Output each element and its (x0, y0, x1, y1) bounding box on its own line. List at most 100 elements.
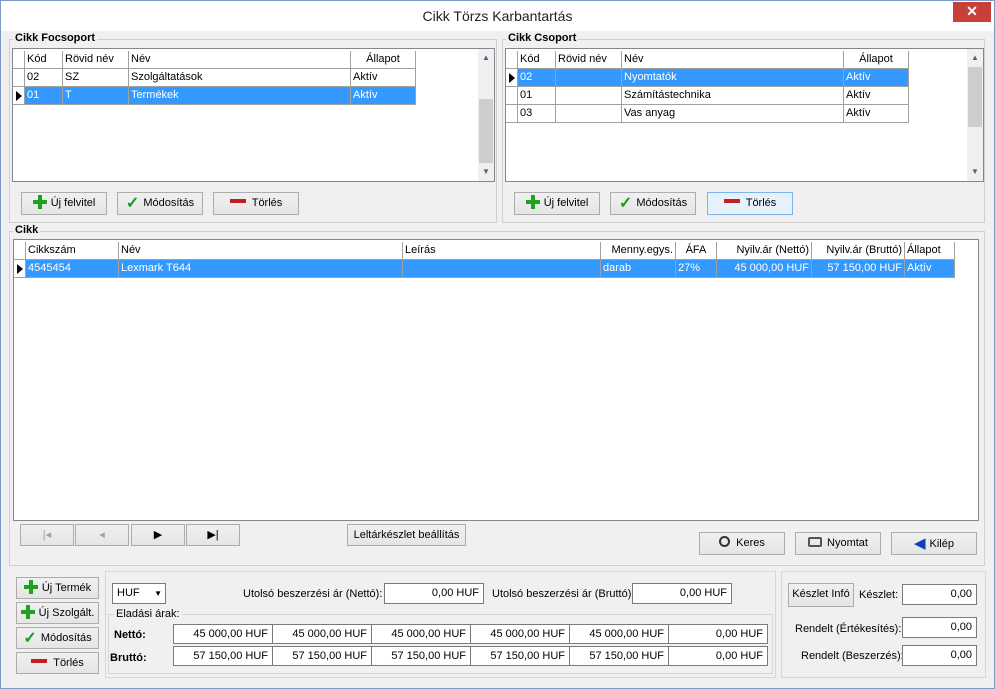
col-rovid-nev[interactable]: Rövid név (556, 51, 622, 69)
exit-button[interactable]: ◀ Kilép (891, 532, 977, 555)
last-net-label: Utolsó beszerzési ár (Nettó): (243, 588, 383, 600)
stock-field[interactable]: 0,00 (902, 584, 977, 605)
print-button[interactable]: Nyomtat (795, 532, 881, 555)
cell-kod: 01 (518, 87, 556, 105)
gross-price-4[interactable]: 57 150,00 HUF (470, 646, 570, 666)
chevron-down-icon: ▼ (154, 589, 162, 598)
cell-nev: Szolgáltatások (129, 69, 351, 87)
nav-last-button[interactable]: ▶| (186, 524, 240, 546)
new-product-button[interactable]: Új Termék (16, 577, 99, 599)
col-allapot[interactable]: Állapot (905, 242, 955, 260)
focsoport-scrollbar[interactable]: ▲ ▼ (478, 49, 494, 181)
col-nyilv-ar-netto[interactable]: Nyilv.ár (Nettó) (717, 242, 812, 260)
cell-allapot: Aktív (905, 260, 955, 278)
gross-price-5[interactable]: 57 150,00 HUF (569, 646, 669, 666)
row-pointer-icon (16, 91, 22, 101)
product-delete-button[interactable]: Törlés (16, 652, 99, 674)
button-label: Módosítás (40, 632, 92, 644)
csoport-label: Cikk Csoport (506, 32, 579, 44)
net-price-3[interactable]: 45 000,00 HUF (371, 624, 471, 644)
cell-menny-egys: darab (601, 260, 676, 278)
button-label: Új Termék (41, 582, 92, 594)
col-allapot[interactable]: Állapot (844, 51, 909, 69)
col-nev[interactable]: Név (129, 51, 351, 69)
cell-kod: 02 (25, 69, 63, 87)
close-button[interactable]: ✕ (953, 2, 991, 22)
col-cikkszam[interactable]: Cikkszám (26, 242, 119, 260)
scroll-down-icon[interactable]: ▼ (967, 165, 983, 179)
cell-kod: 02 (518, 69, 556, 87)
cell-allapot: Aktív (844, 105, 909, 123)
cikk-group: Cikk Cikkszám Név Leírás Menny.egys. ÁFA… (9, 224, 985, 566)
cell-rovid-nev (556, 87, 622, 105)
cell-rovid-nev (556, 105, 622, 123)
focsoport-group: Cikk Focsoport Kód Rövid név Név Állapot… (9, 32, 497, 223)
scroll-up-icon[interactable]: ▲ (967, 51, 983, 65)
scroll-thumb[interactable] (479, 99, 493, 163)
scroll-up-icon[interactable]: ▲ (478, 51, 494, 65)
gross-price-1[interactable]: 57 150,00 HUF (173, 646, 273, 666)
search-button[interactable]: Keres (699, 532, 785, 555)
col-nev[interactable]: Név (622, 51, 844, 69)
net-price-1[interactable]: 45 000,00 HUF (173, 624, 273, 644)
col-kod[interactable]: Kód (25, 51, 63, 69)
nav-next-button[interactable]: ▶ (131, 524, 185, 546)
col-allapot[interactable]: Állapot (351, 51, 416, 69)
col-leiras[interactable]: Leírás (403, 242, 601, 260)
csoport-grid[interactable]: Kód Rövid név Név Állapot 02 Nyomtatók A… (505, 48, 984, 182)
net-price-4[interactable]: 45 000,00 HUF (470, 624, 570, 644)
nav-prev-button[interactable]: ◂ (75, 524, 129, 546)
last-gross-field[interactable]: 0,00 HUF (632, 583, 732, 604)
cell-nev: Számítástechnika (622, 87, 844, 105)
cell-allapot: Aktív (844, 87, 909, 105)
cikk-label: Cikk (13, 224, 41, 236)
last-net-field[interactable]: 0,00 HUF (384, 583, 484, 604)
button-label: Törlés (745, 197, 777, 209)
product-edit-button[interactable]: ✓ Módosítás (16, 627, 99, 649)
ordered-sales-field[interactable]: 0,00 (902, 617, 977, 638)
net-price-6[interactable]: 0,00 HUF (668, 624, 768, 644)
leltar-button[interactable]: Leltárkészlet beállítás (347, 524, 466, 546)
col-afa[interactable]: ÁFA (676, 242, 717, 260)
nav-first-button[interactable]: |◂ (20, 524, 74, 546)
focsoport-delete-button[interactable]: Törlés (213, 192, 299, 215)
cell-kod: 01 (25, 87, 63, 105)
col-rovid-nev[interactable]: Rövid név (63, 51, 129, 69)
col-kod[interactable]: Kód (518, 51, 556, 69)
cell-nev: Lexmark T644 (119, 260, 403, 278)
focsoport-edit-button[interactable]: ✓ Módosítás (117, 192, 203, 215)
ordered-purchase-field[interactable]: 0,00 (902, 645, 977, 666)
cell-leiras (403, 260, 601, 278)
stock-info-button[interactable]: Készlet Infó (788, 583, 854, 607)
minus-icon (723, 199, 740, 203)
gross-price-6[interactable]: 0,00 HUF (668, 646, 768, 666)
gross-price-2[interactable]: 57 150,00 HUF (272, 646, 372, 666)
new-service-button[interactable]: Új Szolgált. (16, 602, 99, 624)
cell-afa: 27% (676, 260, 717, 278)
checkmark-icon: ✓ (23, 630, 37, 647)
prices-panel: HUF ▼ Utolsó beszerzési ár (Nettó): 0,00… (105, 571, 776, 678)
cikk-grid[interactable]: Cikkszám Név Leírás Menny.egys. ÁFA Nyil… (13, 239, 979, 521)
csoport-new-button[interactable]: Új felvitel (514, 192, 600, 215)
checkmark-icon: ✓ (125, 195, 140, 212)
search-icon (719, 536, 731, 547)
scroll-thumb[interactable] (968, 67, 982, 127)
net-price-5[interactable]: 45 000,00 HUF (569, 624, 669, 644)
cell-allapot: Aktív (844, 69, 909, 87)
button-label: Módosítás (636, 197, 688, 209)
gross-price-3[interactable]: 57 150,00 HUF (371, 646, 471, 666)
csoport-scrollbar[interactable]: ▲ ▼ (967, 49, 983, 181)
csoport-group: Cikk Csoport Kód Rövid név Név Állapot 0… (502, 32, 985, 223)
scroll-down-icon[interactable]: ▼ (478, 165, 494, 179)
ordered-purchase-label: Rendelt (Beszerzés): (801, 650, 904, 662)
col-nyilv-ar-brutto[interactable]: Nyilv.ár (Bruttó) (812, 242, 905, 260)
net-label: Nettó: (114, 629, 146, 641)
net-price-2[interactable]: 45 000,00 HUF (272, 624, 372, 644)
csoport-delete-button[interactable]: Törlés (707, 192, 793, 215)
col-nev[interactable]: Név (119, 242, 403, 260)
currency-select[interactable]: HUF ▼ (112, 583, 166, 604)
csoport-edit-button[interactable]: ✓ Módosítás (610, 192, 696, 215)
focsoport-grid[interactable]: Kód Rövid név Név Állapot 02 SZ Szolgált… (12, 48, 495, 182)
focsoport-new-button[interactable]: Új felvitel (21, 192, 107, 215)
col-menny-egys[interactable]: Menny.egys. (601, 242, 676, 260)
